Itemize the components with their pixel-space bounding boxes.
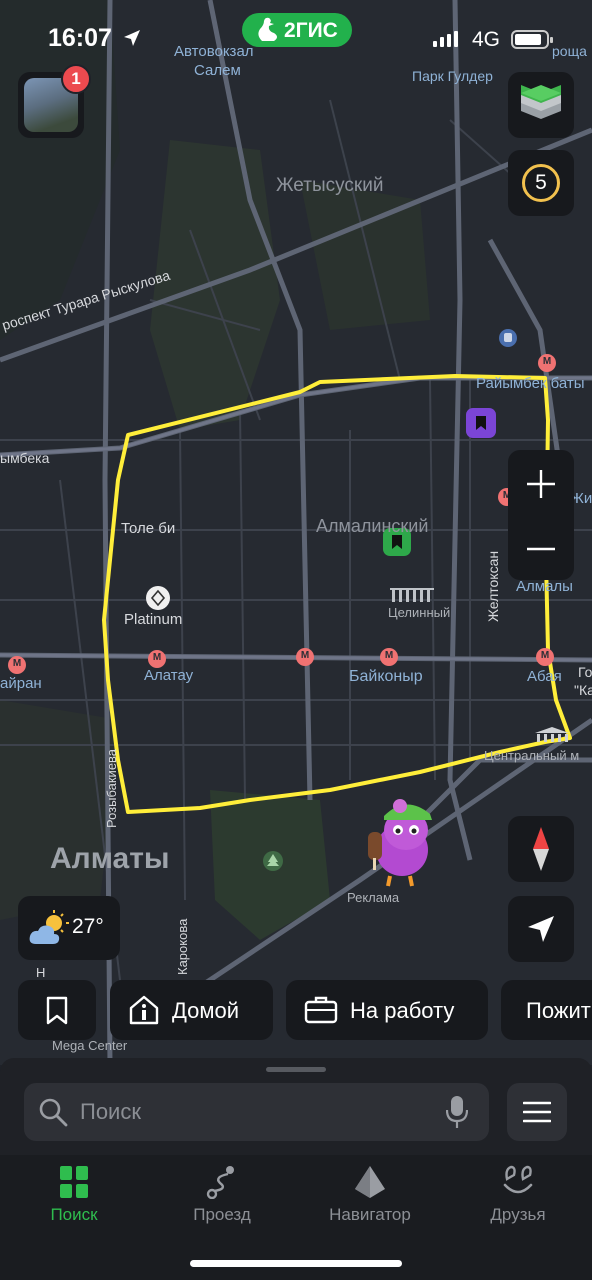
tab-route[interactable]: Проезд bbox=[167, 1163, 277, 1233]
metro-label: Алмалы bbox=[516, 578, 573, 595]
street-label: Желтоксан bbox=[485, 550, 501, 622]
microphone-icon[interactable] bbox=[446, 1095, 468, 1129]
metro-label: Абая bbox=[527, 668, 562, 685]
street-label: Н bbox=[36, 965, 46, 980]
sheet-grabber[interactable] bbox=[266, 1067, 326, 1072]
mascot-ad-icon[interactable] bbox=[360, 796, 440, 890]
notification-badge: 1 bbox=[61, 64, 91, 94]
navigator-icon bbox=[355, 1166, 385, 1198]
zoom-in-button[interactable] bbox=[508, 450, 574, 515]
compass-button[interactable] bbox=[508, 816, 574, 882]
location-arrow-icon bbox=[124, 30, 140, 46]
metro-icon[interactable] bbox=[536, 648, 554, 666]
search-bar[interactable] bbox=[24, 1083, 489, 1141]
home-indicator[interactable] bbox=[190, 1260, 402, 1267]
metro-icon[interactable] bbox=[380, 648, 398, 666]
district-label: Жетысуский bbox=[276, 175, 384, 196]
tab-label: Друзья bbox=[490, 1205, 546, 1224]
tab-label: Поиск bbox=[50, 1205, 98, 1224]
more-shortcut-label: Пожит bbox=[526, 998, 591, 1023]
partly-cloudy-icon bbox=[29, 910, 69, 944]
tab-friends[interactable]: Друзья bbox=[463, 1163, 573, 1233]
search-icon bbox=[39, 1098, 68, 1127]
city-label: Алматы bbox=[50, 842, 170, 875]
network-type: 4G bbox=[472, 28, 501, 51]
museum-icon[interactable] bbox=[533, 727, 571, 745]
district-label: Алмалинский bbox=[316, 516, 429, 536]
navigation-arrow-icon bbox=[528, 916, 554, 942]
place-label: Platinum bbox=[124, 611, 183, 628]
signal-icon bbox=[433, 31, 458, 47]
metro-label: Байконыр bbox=[349, 668, 423, 685]
ad-label: Реклама bbox=[347, 890, 400, 905]
weather-widget[interactable]: 27° bbox=[18, 896, 120, 960]
traffic-level-badge: 5 bbox=[522, 164, 560, 202]
bookmarks-chip[interactable] bbox=[18, 980, 96, 1040]
street-label: ымбека bbox=[0, 450, 50, 466]
street-label: Толе би bbox=[121, 520, 176, 537]
street-label: Карокова bbox=[175, 918, 190, 975]
street-label: Розыбакиева bbox=[104, 748, 119, 828]
metro-icon[interactable] bbox=[8, 656, 26, 674]
app-indicator-pill[interactable]: 2ГИС bbox=[242, 13, 352, 47]
map-label: Го bbox=[578, 664, 592, 680]
layers-icon bbox=[521, 85, 561, 119]
map-label: "Ка bbox=[574, 682, 592, 698]
weather-temperature: 27° bbox=[72, 915, 104, 938]
metro-label: Алатау bbox=[144, 667, 194, 684]
battery-icon bbox=[511, 30, 553, 49]
status-time: 16:07 bbox=[48, 24, 112, 52]
street-label: Райымбек баты bbox=[476, 375, 585, 392]
search-input[interactable] bbox=[80, 1083, 440, 1141]
metro-icon[interactable] bbox=[296, 648, 314, 666]
tab-navigator[interactable]: Навигатор bbox=[315, 1163, 425, 1233]
tab-search[interactable]: Поиск bbox=[19, 1163, 129, 1233]
home-shortcut-chip[interactable]: Домой bbox=[110, 980, 273, 1040]
layers-button[interactable] bbox=[508, 72, 574, 138]
status-bar: 16:07 2ГИС 4G bbox=[0, 0, 592, 78]
place-icon[interactable] bbox=[145, 585, 171, 611]
minus-icon bbox=[527, 547, 555, 551]
home-shortcut-label: Домой bbox=[172, 998, 240, 1023]
metro-icon[interactable] bbox=[538, 354, 556, 372]
place-label: Центральный м bbox=[484, 748, 580, 763]
hamburger-menu-icon bbox=[523, 1101, 551, 1123]
traffic-button[interactable]: 5 bbox=[508, 150, 574, 216]
goose-logo-icon bbox=[258, 17, 277, 41]
compass-icon bbox=[533, 827, 549, 871]
venue-icon[interactable] bbox=[390, 588, 438, 604]
work-shortcut-label: На работу bbox=[350, 998, 455, 1023]
bookmark-icon bbox=[46, 996, 68, 1025]
park-icon[interactable] bbox=[262, 850, 284, 872]
friends-icon bbox=[503, 1165, 533, 1194]
briefcase-icon bbox=[304, 996, 338, 1024]
zoom-out-button[interactable] bbox=[508, 515, 574, 580]
zoom-controls bbox=[508, 450, 574, 580]
metro-icon[interactable] bbox=[148, 650, 166, 668]
tab-label: Навигатор bbox=[329, 1205, 411, 1224]
my-location-button[interactable] bbox=[508, 896, 574, 962]
metro-label: айран bbox=[0, 675, 42, 692]
bookmark-pin-icon[interactable] bbox=[466, 408, 496, 438]
home-icon bbox=[129, 995, 159, 1025]
menu-button[interactable] bbox=[507, 1083, 567, 1141]
work-shortcut-chip[interactable]: На работу bbox=[286, 980, 488, 1040]
plus-icon bbox=[527, 470, 555, 498]
place-label: Mega Center bbox=[52, 1038, 128, 1053]
grid-icon bbox=[60, 1166, 88, 1198]
app-indicator-label: 2ГИС bbox=[284, 19, 338, 42]
tram-icon[interactable] bbox=[498, 328, 518, 348]
route-icon bbox=[206, 1166, 234, 1199]
place-label: Целинный bbox=[388, 605, 451, 620]
tab-label: Проезд bbox=[193, 1205, 251, 1224]
more-shortcut-chip[interactable]: Пожит bbox=[501, 980, 592, 1040]
